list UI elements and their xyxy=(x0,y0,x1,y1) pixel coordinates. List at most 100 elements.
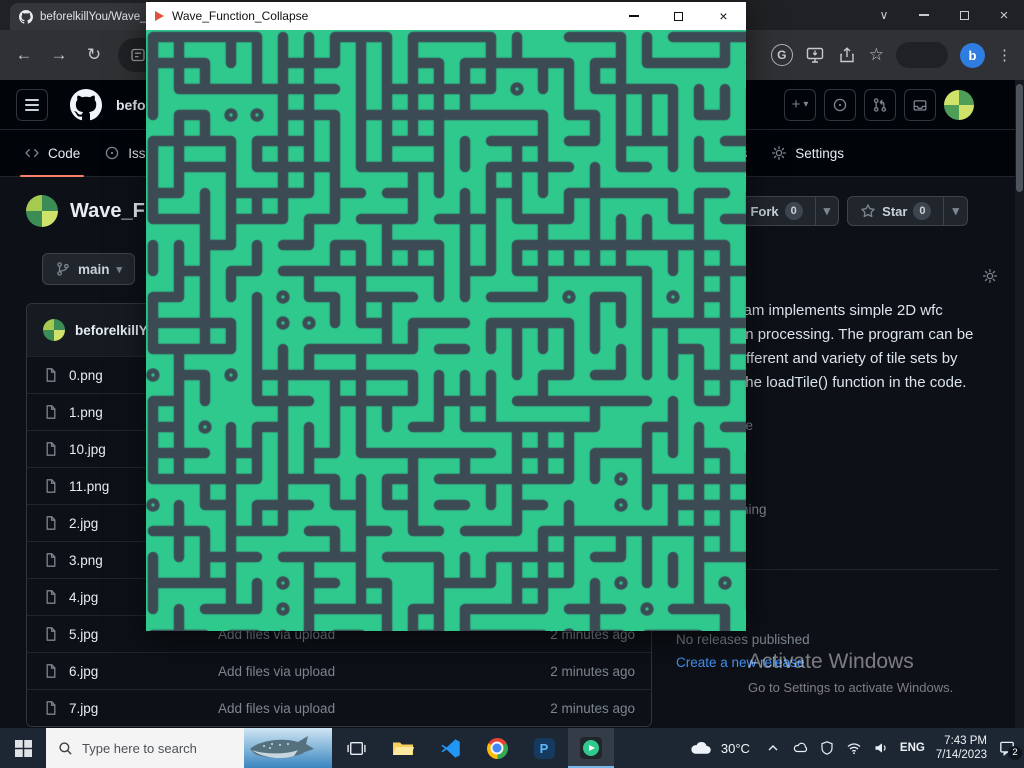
commit-author-avatar[interactable] xyxy=(43,319,65,341)
file-name-link[interactable]: 5.jpg xyxy=(69,627,98,642)
scrollbar-thumb[interactable] xyxy=(1016,84,1023,192)
file-icon xyxy=(43,626,59,642)
caret-down-icon: ▾ xyxy=(117,263,123,276)
github-favicon xyxy=(19,10,33,24)
file-name-link[interactable]: 3.png xyxy=(69,553,103,568)
taskbar-clock[interactable]: 7:43 PM 7/14/2023 xyxy=(936,734,987,762)
pull-request-icon xyxy=(872,97,888,113)
tab-code[interactable]: Code xyxy=(16,130,88,176)
side-panel-button[interactable] xyxy=(896,42,948,68)
file-name-link[interactable]: 2.jpg xyxy=(69,516,98,531)
browser-menu-icon[interactable]: ⋮ xyxy=(997,46,1012,64)
repo-owner-avatar[interactable] xyxy=(26,195,58,227)
google-extension-icon[interactable]: G xyxy=(771,44,793,66)
branch-selector[interactable]: main ▾ xyxy=(42,253,135,285)
plus-icon: + xyxy=(792,96,801,113)
file-name-link[interactable]: 7.jpg xyxy=(69,701,98,716)
desktop-screen: beforelkillYou/Wave_Function_Collapse ∨ … xyxy=(0,0,1024,768)
issues-header-button[interactable] xyxy=(824,89,856,121)
file-icon xyxy=(43,404,59,420)
window-maximize-button[interactable] xyxy=(944,0,984,30)
file-name-link[interactable]: 6.jpg xyxy=(69,664,98,679)
file-row[interactable]: 6.jpg Add files via upload2 minutes ago xyxy=(27,652,651,689)
volume-icon[interactable] xyxy=(873,740,889,756)
weather-temp: 30°C xyxy=(721,741,750,756)
file-updated-time: 2 minutes ago xyxy=(538,664,635,679)
wfc-pattern-canvas xyxy=(146,30,746,631)
file-icon xyxy=(43,441,59,457)
about-settings-gear-icon[interactable] xyxy=(982,268,998,284)
reload-button[interactable]: ↻ xyxy=(83,44,105,66)
search-highlight-image[interactable] xyxy=(244,728,332,768)
star-icon xyxy=(860,203,876,219)
page-scrollbar[interactable] xyxy=(1015,80,1024,728)
task-view-button[interactable] xyxy=(333,728,379,768)
inbox-button[interactable] xyxy=(904,89,936,121)
forward-button[interactable]: → xyxy=(48,44,70,66)
file-icon xyxy=(43,478,59,494)
inbox-icon xyxy=(912,97,928,113)
file-name-link[interactable]: 10.jpg xyxy=(69,442,106,457)
system-tray: 30°C ENG 7:43 PM 7/14/2023 xyxy=(685,728,1024,768)
star-split-button: Star 0 ▾ xyxy=(847,196,968,226)
fork-dropdown-button[interactable]: ▾ xyxy=(816,196,840,226)
vscode-button[interactable] xyxy=(427,728,473,768)
file-icon xyxy=(43,367,59,383)
browser-profile-avatar[interactable]: b xyxy=(960,43,985,68)
share-icon[interactable] xyxy=(837,45,857,65)
hamburger-menu-icon[interactable] xyxy=(16,89,48,121)
start-button[interactable] xyxy=(0,728,46,768)
file-row[interactable]: 7.jpgAdd files via upload2 minutes ago xyxy=(27,689,651,726)
chrome-button[interactable] xyxy=(474,728,520,768)
taskbar-search[interactable]: Type here to search xyxy=(46,728,332,768)
bookmark-star-icon[interactable]: ☆ xyxy=(869,45,884,65)
create-new-button[interactable]: +▾ xyxy=(784,89,816,121)
file-name-link[interactable]: 4.jpg xyxy=(69,590,98,605)
file-icon xyxy=(43,589,59,605)
action-center-button[interactable]: 2 xyxy=(998,739,1016,757)
vscode-icon xyxy=(440,738,461,759)
windows-logo-icon xyxy=(15,740,32,757)
install-app-icon[interactable] xyxy=(805,45,825,65)
onedrive-icon[interactable] xyxy=(792,740,808,756)
releases-empty-text: No releases published xyxy=(676,632,998,647)
language-indicator[interactable]: ENG xyxy=(900,742,925,754)
tab-search-button[interactable]: ∨ xyxy=(864,0,904,30)
site-info-icon[interactable] xyxy=(130,47,146,63)
back-button[interactable]: ← xyxy=(13,44,35,66)
create-release-link[interactable]: Create a new release xyxy=(676,655,998,670)
github-logo-icon[interactable] xyxy=(70,89,102,121)
wifi-icon[interactable] xyxy=(846,740,862,756)
fork-count: 0 xyxy=(785,202,803,220)
hidden-icons-chevron[interactable] xyxy=(765,740,781,756)
file-icon xyxy=(43,515,59,531)
clock-date: 7/14/2023 xyxy=(936,748,987,762)
pull-requests-header-button[interactable] xyxy=(864,89,896,121)
security-shield-icon[interactable] xyxy=(819,740,835,756)
processing-ide-button[interactable] xyxy=(521,728,567,768)
tab-settings[interactable]: Settings xyxy=(763,130,852,176)
window-minimize-button[interactable] xyxy=(904,0,944,30)
folder-icon xyxy=(392,739,414,757)
sketch-maximize-button[interactable] xyxy=(656,2,701,30)
search-placeholder: Type here to search xyxy=(82,741,197,756)
window-close-button[interactable]: × xyxy=(984,0,1024,30)
user-avatar[interactable] xyxy=(944,90,974,120)
star-dropdown-button[interactable]: ▾ xyxy=(944,196,968,226)
star-button[interactable]: Star 0 xyxy=(847,196,944,226)
sketch-close-button[interactable]: × xyxy=(701,2,746,30)
commit-message-link[interactable]: Add files via upload xyxy=(218,664,538,679)
weather-widget[interactable]: 30°C xyxy=(685,740,754,756)
processing-sketch-icon xyxy=(580,737,602,759)
file-name-link[interactable]: 0.png xyxy=(69,368,103,383)
running-sketch-button[interactable] xyxy=(568,728,614,768)
sketch-minimize-button[interactable] xyxy=(611,2,656,30)
file-name-link[interactable]: 1.png xyxy=(69,405,103,420)
sketch-window-titlebar[interactable]: Wave_Function_Collapse × xyxy=(146,2,746,30)
issue-icon xyxy=(104,145,120,161)
file-name-link[interactable]: 11.png xyxy=(69,479,109,494)
code-icon xyxy=(24,145,40,161)
file-explorer-button[interactable] xyxy=(380,728,426,768)
commit-message-link[interactable]: Add files via upload xyxy=(218,701,538,716)
file-icon xyxy=(43,552,59,568)
